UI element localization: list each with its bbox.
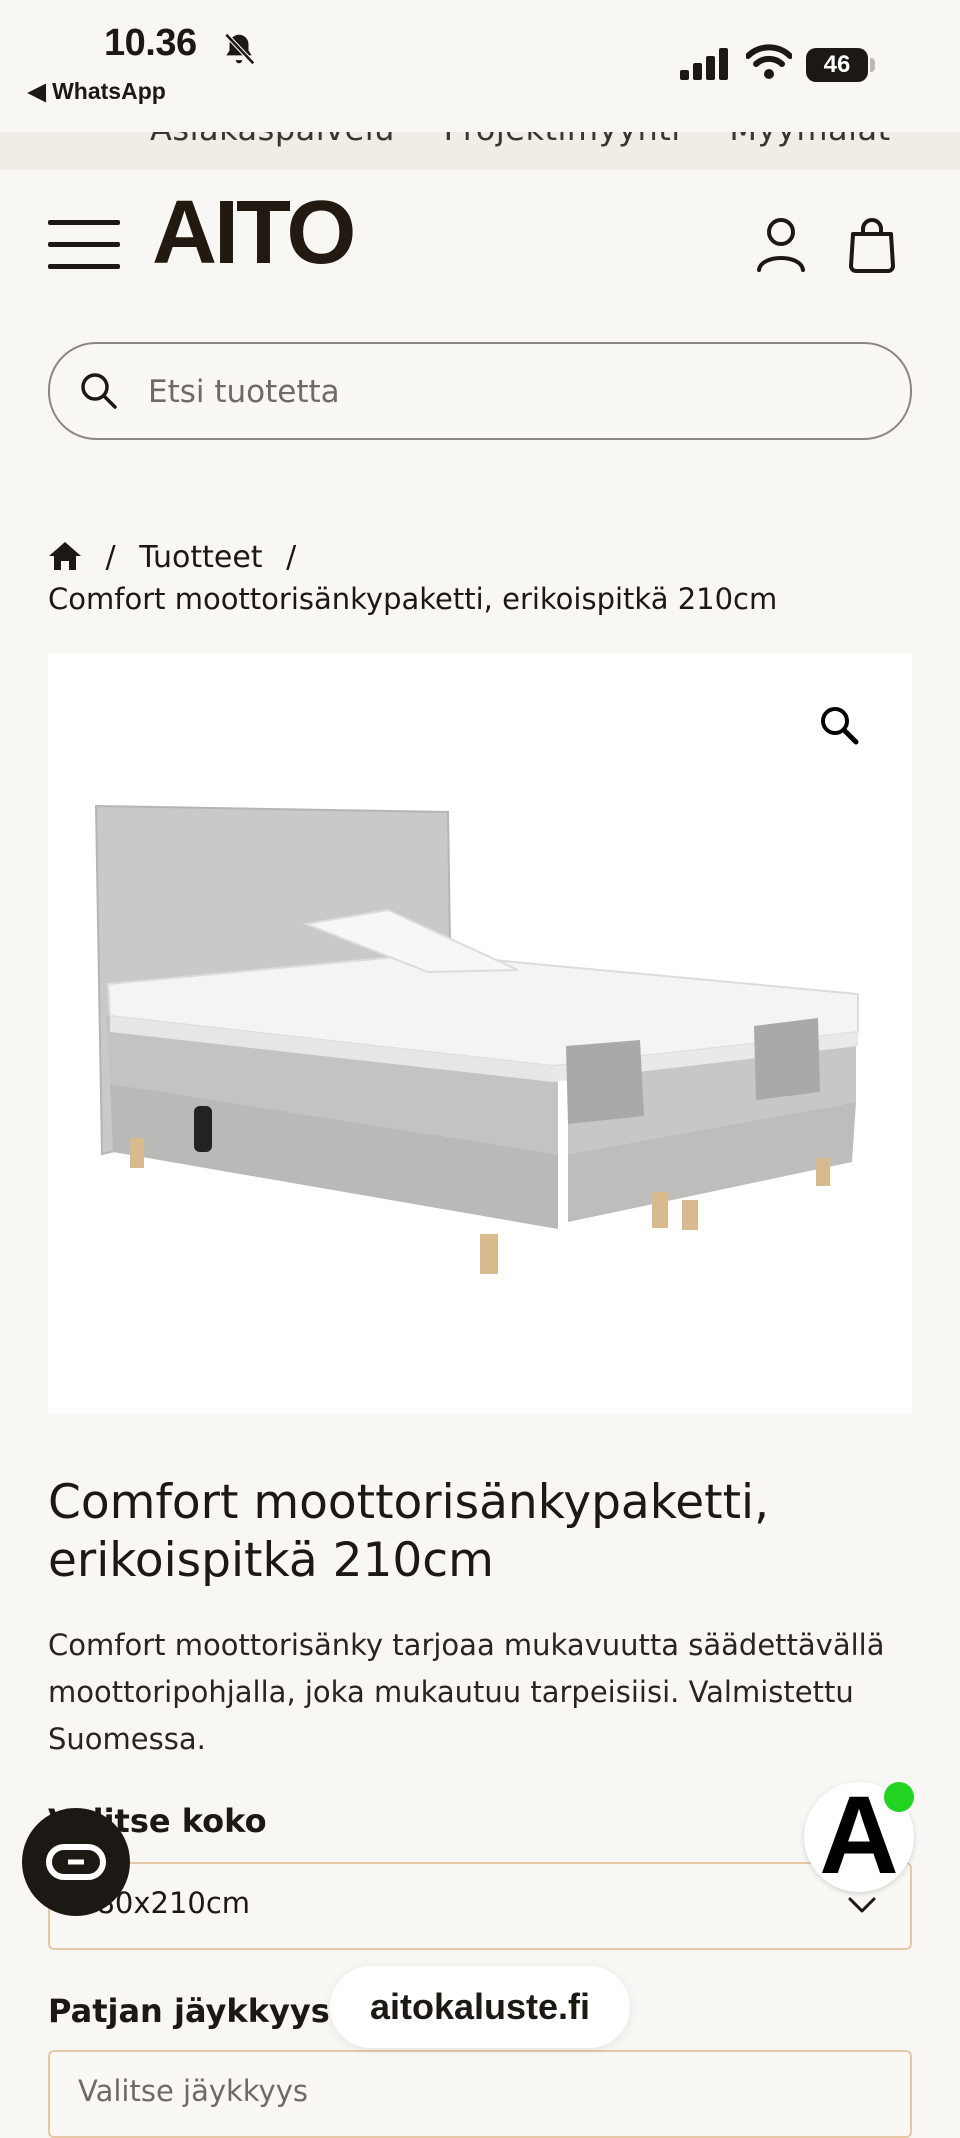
breadcrumb-current: Comfort moottorisänkypaketti, erikoispit…: [48, 582, 778, 616]
bell-off-icon: [224, 33, 255, 65]
bed-illustration: [94, 804, 859, 1274]
bag-icon[interactable]: [848, 216, 896, 274]
chat-icon: [46, 1844, 106, 1880]
wifi-icon: [746, 44, 792, 79]
breadcrumb-separator: /: [105, 540, 116, 575]
status-time: 10.36: [104, 22, 197, 64]
user-icon[interactable]: [756, 216, 806, 272]
breadcrumb-products[interactable]: Tuotteet: [139, 540, 262, 575]
signal-icon: [680, 48, 728, 80]
breadcrumb-separator: /: [286, 540, 297, 575]
chevron-down-icon: [848, 1897, 876, 1913]
link-stores[interactable]: Myymälät: [729, 132, 890, 148]
back-to-whatsapp[interactable]: ◀ WhatsApp: [28, 78, 166, 105]
product-description: Comfort moottorisänky tarjoaa mukavuutta…: [48, 1628, 885, 1756]
battery-icon: 46: [806, 48, 868, 82]
aito-logo[interactable]: AITO: [152, 188, 356, 278]
chat-button[interactable]: [22, 1808, 130, 1916]
product-image[interactable]: [48, 654, 912, 1414]
search-bar[interactable]: [48, 342, 912, 440]
link-customer-service[interactable]: Asiakaspalvelu: [150, 132, 395, 148]
url-bar[interactable]: aitokaluste.fi: [330, 1966, 630, 2048]
size-select[interactable]: 180x210cm: [48, 1862, 912, 1950]
firmness-label: Patjan jäykkyys: [48, 1992, 330, 2030]
breadcrumb: / Tuotteet /: [48, 540, 310, 575]
menu-icon[interactable]: [48, 218, 120, 272]
firmness-select[interactable]: Valitse jäykkyys: [48, 2050, 912, 2138]
battery-cap: [870, 58, 875, 72]
product-title: Comfort moottorisänkypaketti, erikoispit…: [48, 1475, 770, 1588]
home-icon[interactable]: [48, 541, 82, 571]
search-icon: [81, 373, 117, 409]
search-input[interactable]: [146, 344, 870, 440]
link-project-sales[interactable]: Projektimyynti: [444, 132, 681, 148]
top-link-strip: Asiakaspalvelu Projektimyynti Myymälät: [0, 132, 960, 170]
online-indicator: [884, 1782, 914, 1812]
firmness-select-value: Valitse jäykkyys: [78, 2074, 308, 2108]
